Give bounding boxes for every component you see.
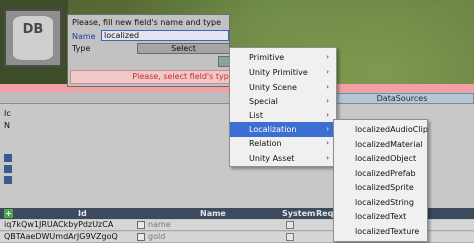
menu-item-relation[interactable]: Relation › bbox=[230, 136, 336, 151]
submenu-item-object[interactable]: localizedObject bbox=[334, 151, 427, 166]
name-label: Name bbox=[72, 32, 96, 41]
menu-item-label: Localization bbox=[249, 125, 297, 134]
chevron-right-icon: › bbox=[326, 154, 329, 162]
submenu-item-material[interactable]: localizedMaterial bbox=[334, 137, 427, 152]
type-select[interactable]: Select bbox=[137, 43, 230, 54]
logo-text: DB bbox=[22, 22, 44, 37]
chevron-right-icon: › bbox=[326, 125, 329, 133]
left-labels: Ic N bbox=[4, 108, 11, 132]
chevron-right-icon: › bbox=[326, 97, 329, 105]
submenu-item-prefab[interactable]: localizedPrefab bbox=[334, 166, 427, 181]
type-menu: Primitive › Unity Primitive › Unity Scene ›… bbox=[229, 47, 337, 167]
chevron-right-icon: › bbox=[326, 111, 329, 119]
chevron-right-icon: › bbox=[326, 83, 329, 91]
chevron-right-icon: › bbox=[326, 68, 329, 76]
column-id[interactable]: Id bbox=[78, 209, 87, 218]
row-id: iq7kQw1JRUACkbyPdzUzCA bbox=[4, 220, 114, 229]
menu-item-unity-scene[interactable]: Unity Scene › bbox=[230, 80, 336, 95]
chevron-right-icon: › bbox=[326, 53, 329, 61]
row-name[interactable]: name bbox=[148, 220, 171, 230]
left-label-name: N bbox=[4, 121, 10, 130]
menu-item-label: Relation bbox=[249, 139, 282, 148]
type-label: Type bbox=[72, 44, 91, 53]
tab-datasources[interactable]: DataSources bbox=[330, 93, 474, 104]
menu-item-special[interactable]: Special › bbox=[230, 94, 336, 109]
menu-item-unity-asset[interactable]: Unity Asset › bbox=[230, 151, 336, 166]
edit-icon[interactable] bbox=[137, 233, 145, 241]
menu-item-localization[interactable]: Localization › bbox=[230, 122, 336, 137]
menu-item-label: List bbox=[249, 111, 263, 120]
submenu-item-string[interactable]: localizedString bbox=[334, 195, 427, 210]
localization-submenu: localizedAudioClip localizedMaterial loc… bbox=[333, 119, 428, 242]
row-id: QBTAaeDWUmdArJG9VZgoQ bbox=[4, 232, 118, 241]
submenu-item-texture[interactable]: localizedTexture bbox=[334, 224, 427, 239]
submenu-item-sprite[interactable]: localizedSprite bbox=[334, 180, 427, 195]
checkbox[interactable] bbox=[4, 165, 12, 173]
menu-item-label: Unity Primitive bbox=[249, 68, 308, 77]
menu-item-label: Special bbox=[249, 97, 278, 106]
menu-item-primitive[interactable]: Primitive › bbox=[230, 50, 336, 65]
add-row-button[interactable]: + bbox=[4, 209, 13, 218]
edit-icon[interactable] bbox=[137, 221, 145, 229]
column-system[interactable]: System bbox=[282, 209, 315, 218]
system-checkbox[interactable] bbox=[286, 233, 294, 241]
menu-item-unity-primitive[interactable]: Unity Primitive › bbox=[230, 65, 336, 80]
menu-item-list[interactable]: List › bbox=[230, 108, 336, 123]
field-name-input[interactable]: localized bbox=[101, 30, 229, 41]
submenu-item-text[interactable]: localizedText bbox=[334, 209, 427, 224]
column-name[interactable]: Name bbox=[200, 209, 226, 218]
menu-item-label: Unity Asset bbox=[249, 154, 295, 163]
row-name[interactable]: gold bbox=[148, 232, 165, 242]
database-logo: DB bbox=[4, 9, 62, 67]
left-label-id: Ic bbox=[4, 109, 11, 118]
dialog-prompt: Please, fill new field's name and type bbox=[72, 18, 222, 27]
menu-item-label: Primitive bbox=[249, 53, 285, 62]
checkbox[interactable] bbox=[4, 176, 12, 184]
menu-item-label: Unity Scene bbox=[249, 83, 297, 92]
checkbox[interactable] bbox=[4, 154, 12, 162]
system-checkbox[interactable] bbox=[286, 221, 294, 229]
database-icon: DB bbox=[13, 16, 53, 60]
submenu-item-audio-clip[interactable]: localizedAudioClip bbox=[334, 122, 428, 137]
left-checkboxes bbox=[4, 154, 12, 187]
chevron-right-icon: › bbox=[326, 139, 329, 147]
